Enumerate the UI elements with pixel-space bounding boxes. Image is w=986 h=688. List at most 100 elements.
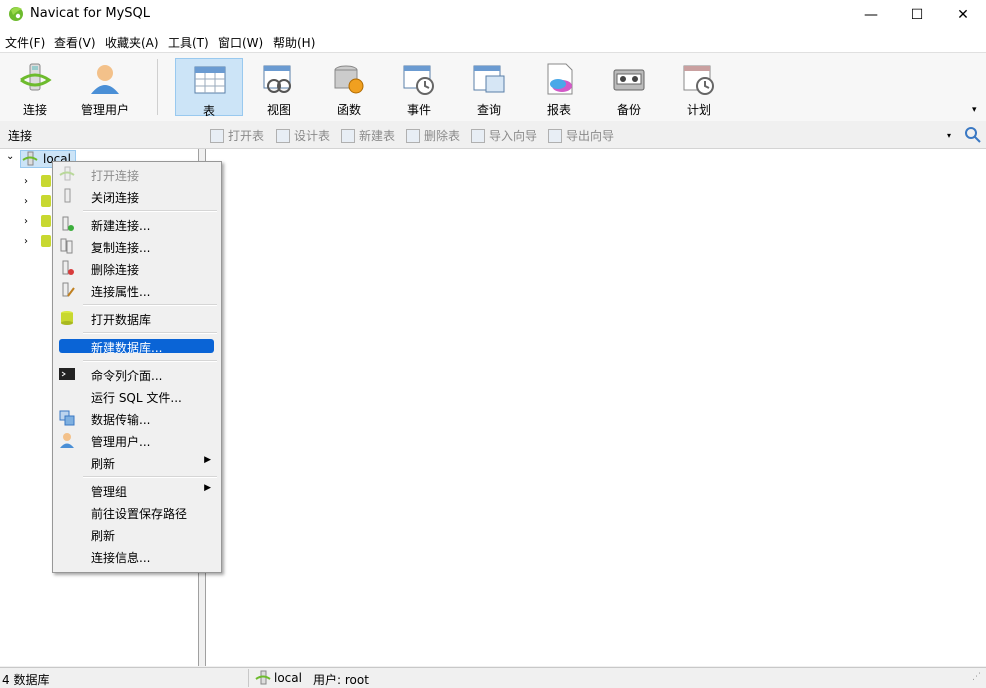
toolbar-schedule-button[interactable]: 计划 [665,58,733,117]
menu-label: 删除连接 [91,263,140,277]
connection-icon [20,63,52,91]
menu-label: 打开连接 [91,169,140,183]
toolbar-view-button[interactable]: 视图 [245,58,313,117]
database-icon [41,215,51,227]
menu-view[interactable]: 查看(V) [54,34,96,51]
toolbar-label: 计划 [686,103,711,117]
import-wizard-label: 导入向导 [489,129,538,143]
status-user: 用户: root [313,673,369,687]
menu-delete-connection[interactable]: 删除连接 [55,258,217,278]
database-icon [41,235,51,247]
menu-label: 命令列介面... [91,369,163,383]
menu-new-database[interactable]: 新建数据库... [55,336,217,356]
menu-close-connection[interactable]: 关闭连接 [55,186,217,206]
database-icon [41,175,51,187]
toolbar-label: 管理用户 [80,103,129,117]
menu-manage-users[interactable]: 管理用户... [55,430,217,450]
toolbar-label: 查询 [476,103,501,117]
subbar-dropdown-icon[interactable]: ▾ [947,131,951,140]
toolbar-function-button[interactable]: 函数 [315,58,383,117]
toolbar-overflow-button[interactable]: ▾ [972,105,977,115]
chevron-down-icon[interactable]: ⌄ [6,151,14,162]
menu-label: 管理用户... [91,435,151,449]
menu-goto-save-path[interactable]: 前往设置保存路径 [55,502,217,522]
close-button[interactable]: ✕ [940,0,986,30]
toolbar-separator [157,59,158,115]
menu-new-connection[interactable]: 新建连接... [55,214,217,234]
chevron-right-icon: › [24,236,28,247]
toolbar-label: 视图 [266,103,291,117]
toolbar-backup-button[interactable]: 备份 [595,58,663,117]
toolbar-query-button[interactable]: 查询 [455,58,523,117]
menu-refresh-submenu[interactable]: 刷新 ▶ [55,452,217,472]
maximize-button[interactable]: ☐ [894,0,940,30]
tree-child-node[interactable]: › [24,173,51,187]
tree-child-node[interactable]: › [24,233,51,247]
resize-grip-icon[interactable]: ⋰ [972,672,981,682]
menu-favorites[interactable]: 收藏夹(A) [105,34,159,51]
toolbar-label: 备份 [616,103,641,117]
window-title: Navicat for MySQL [30,6,150,21]
toolbar-report-button[interactable]: 报表 [525,58,593,117]
menu-tools[interactable]: 工具(T) [168,34,209,51]
navicat-logo-icon [9,7,23,21]
chevron-right-icon: › [24,196,28,207]
menu-data-transfer[interactable]: 数据传输... [55,408,217,428]
menu-label: 复制连接... [91,241,151,255]
connection-node-icon [22,151,38,166]
toolbar-manage-users-button[interactable]: 管理用户 [71,58,139,117]
new-table-icon [341,128,355,143]
open-connection-icon [59,166,75,181]
menu-label: 关闭连接 [91,191,140,205]
minimize-button[interactable]: — [848,0,894,30]
menu-open-database[interactable]: 打开数据库 [55,308,217,328]
search-icon[interactable] [964,126,982,144]
design-table-button[interactable]: 设计表 [276,127,330,144]
status-connection: local [274,671,302,685]
menu-label: 连接属性... [91,285,151,299]
menu-window[interactable]: 窗口(W) [218,34,263,51]
title-bar: Navicat for MySQL — ☐ ✕ [0,0,986,30]
menu-help[interactable]: 帮助(H) [273,34,315,51]
menu-separator [83,304,217,306]
menu-bar: 文件(F) 查看(V) 收藏夹(A) 工具(T) 窗口(W) 帮助(H) [0,30,986,52]
tree-child-node[interactable]: › [24,193,51,207]
object-list-pane[interactable] [205,149,986,666]
menu-open-connection[interactable]: 打开连接 [55,164,217,184]
open-table-button[interactable]: 打开表 [210,127,264,144]
toolbar-event-button[interactable]: 事件 [385,58,453,117]
menu-connection-properties[interactable]: 连接属性... [55,280,217,300]
menu-run-sql-file[interactable]: 运行 SQL 文件... [55,386,217,406]
menu-command-line[interactable]: 命令列介面... [55,364,217,384]
connection-pane-header: 连接 [8,129,33,143]
menu-manage-group[interactable]: 管理组 ▶ [55,480,217,500]
report-icon [547,63,573,95]
terminal-icon [59,368,75,380]
import-wizard-button[interactable]: 导入向导 [471,127,537,144]
toolbar-label: 表 [202,104,215,118]
delete-table-icon [406,128,420,143]
menu-label: 新建连接... [91,219,151,233]
menu-copy-connection[interactable]: 复制连接... [55,236,217,256]
new-table-button[interactable]: 新建表 [341,127,395,144]
close-connection-icon [64,188,71,203]
menu-file[interactable]: 文件(F) [5,34,45,51]
menu-connection-info[interactable]: 连接信息... [55,546,217,566]
delete-table-button[interactable]: 删除表 [406,127,460,144]
toolbar-table-button[interactable]: 表 [175,58,243,118]
toolbar-connection-button[interactable]: 连接 [1,58,69,117]
copy-connection-icon [60,238,73,254]
export-icon [548,128,562,143]
menu-label: 打开数据库 [91,313,152,327]
context-menu: 打开连接 关闭连接 新建连接... 复制连接... 删除连接 连接属性... 打… [52,161,222,573]
view-icon [263,65,291,93]
menu-label: 刷新 [91,457,116,471]
menu-label: 数据传输... [91,413,151,427]
main-toolbar: 连接 管理用户 表 视图 函数 事件 查询 报表 备份 计划 ▾ [0,52,986,122]
export-wizard-button[interactable]: 导出向导 [548,127,614,144]
export-wizard-label: 导出向导 [566,129,615,143]
toolbar-label: 报表 [546,103,571,117]
menu-refresh[interactable]: 刷新 [55,524,217,544]
user-icon [91,65,119,94]
tree-child-node[interactable]: › [24,213,51,227]
